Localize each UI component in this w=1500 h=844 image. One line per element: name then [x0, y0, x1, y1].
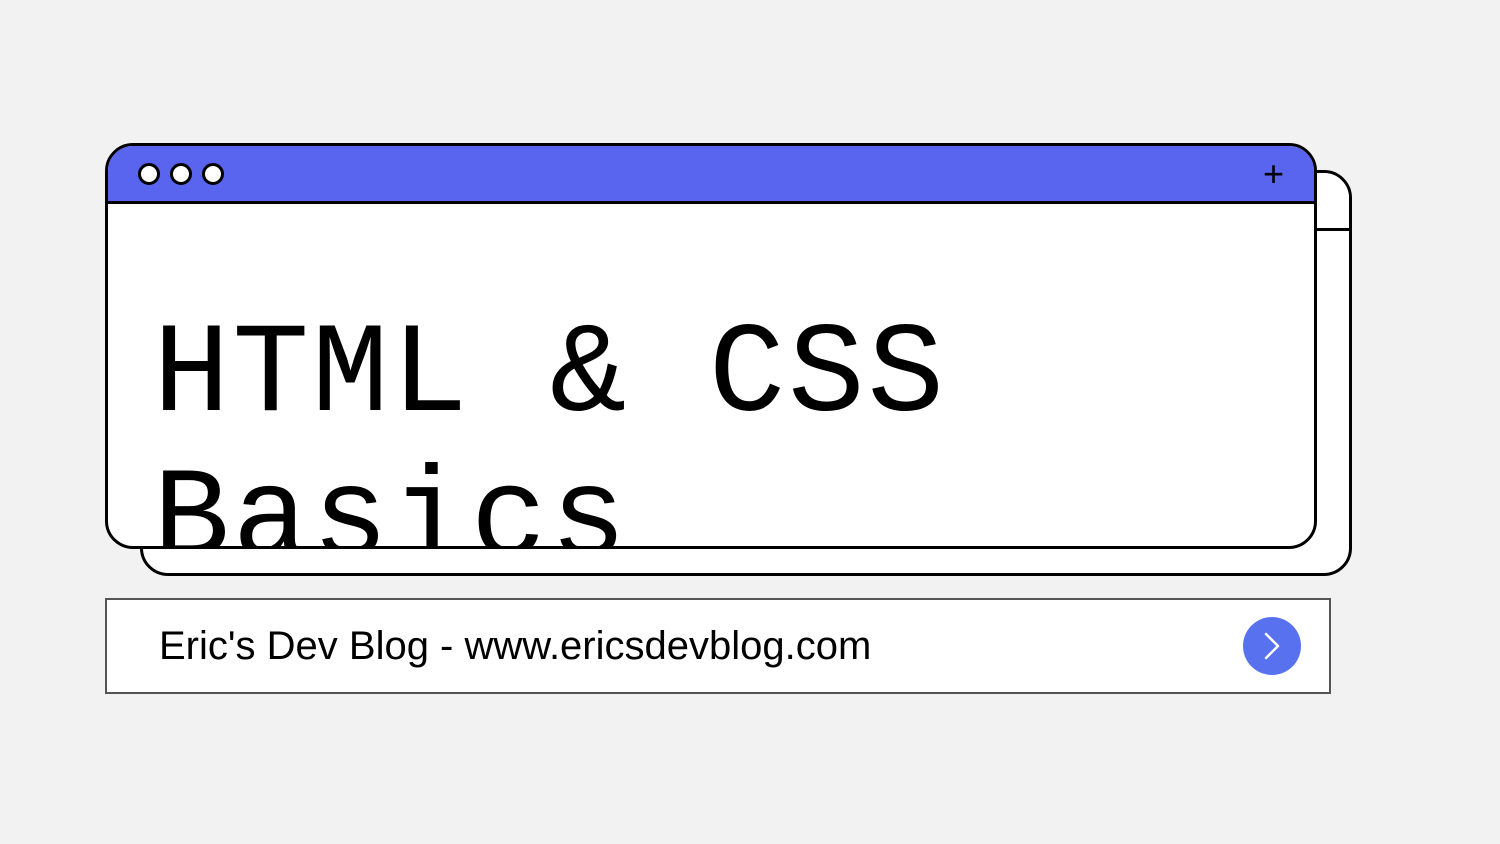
window-content: HTML & CSS Basics — [108, 204, 1314, 549]
minimize-button[interactable] — [170, 163, 192, 185]
close-button[interactable] — [138, 163, 160, 185]
browser-window: + HTML & CSS Basics — [105, 143, 1317, 549]
traffic-lights — [138, 163, 224, 185]
url-bar[interactable]: Eric's Dev Blog - www.ericsdevblog.com — [105, 598, 1331, 694]
maximize-button[interactable] — [202, 163, 224, 185]
url-text: Eric's Dev Blog - www.ericsdevblog.com — [159, 624, 871, 669]
go-button[interactable] — [1243, 617, 1301, 675]
page-title: HTML & CSS Basics — [153, 304, 1269, 549]
window-titlebar: + — [108, 146, 1314, 204]
chevron-right-icon — [1262, 632, 1282, 660]
new-tab-icon[interactable]: + — [1263, 156, 1284, 192]
